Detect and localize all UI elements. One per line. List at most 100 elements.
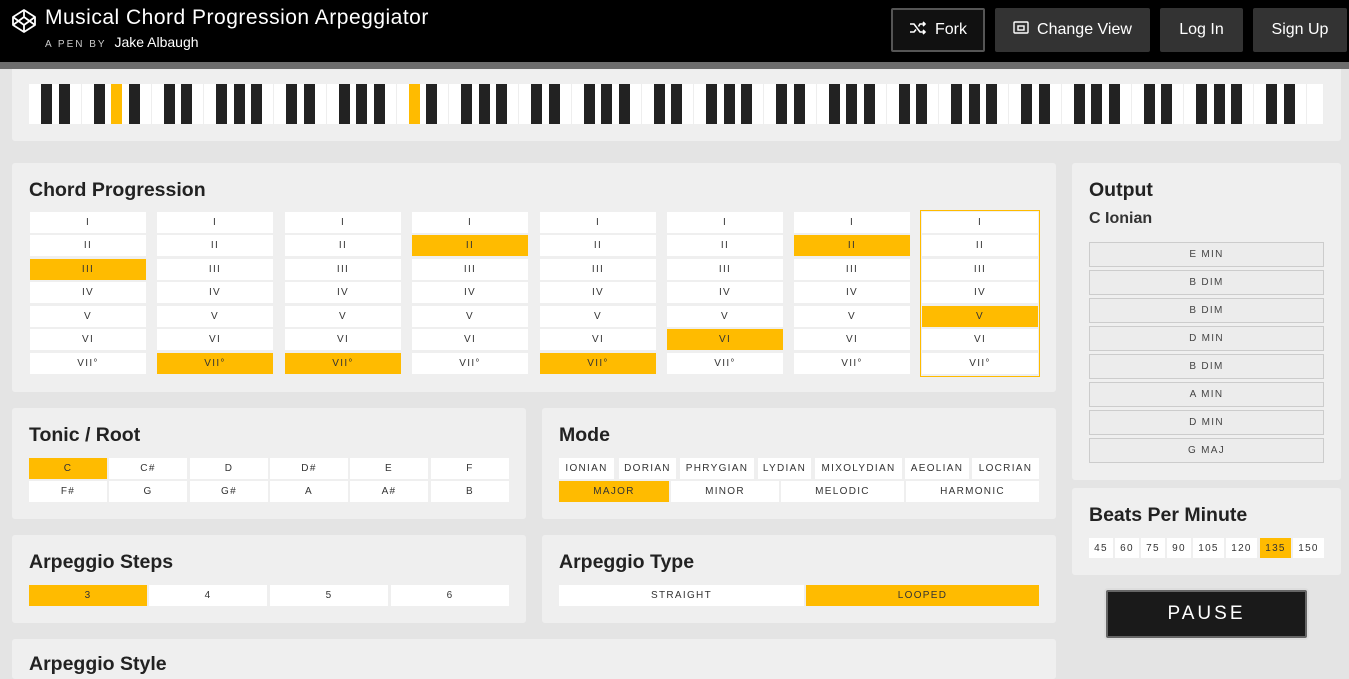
chord-degree-button[interactable]: IV (157, 282, 273, 303)
black-key[interactable] (548, 84, 560, 124)
black-key[interactable] (1108, 84, 1120, 124)
black-key[interactable] (303, 84, 315, 124)
chord-degree-button[interactable]: ii (157, 235, 273, 256)
bpm-button[interactable]: 135 (1260, 538, 1291, 558)
chord-degree-button[interactable]: vii° (157, 353, 273, 374)
chord-degree-button[interactable]: I (922, 212, 1038, 233)
chord-degree-button[interactable]: iii (540, 259, 656, 280)
chord-degree-button[interactable]: I (540, 212, 656, 233)
black-key[interactable] (618, 84, 630, 124)
chord-degree-button[interactable]: vi (922, 329, 1038, 350)
tonic-note-button[interactable]: C (29, 458, 107, 479)
black-key[interactable] (1073, 84, 1085, 124)
black-key[interactable] (898, 84, 910, 124)
tonic-note-button[interactable]: D# (270, 458, 348, 479)
chord-degree-button[interactable]: I (794, 212, 910, 233)
black-key[interactable] (338, 84, 350, 124)
mode-button[interactable]: IONIAN (559, 458, 614, 479)
chord-degree-button[interactable]: vi (285, 329, 401, 350)
chord-degree-button[interactable]: vii° (922, 353, 1038, 374)
mode-button[interactable]: AEOLIAN (905, 458, 969, 479)
arp-type-button[interactable]: LOOPED (806, 585, 1039, 606)
chord-degree-button[interactable]: vi (30, 329, 146, 350)
black-key[interactable] (863, 84, 875, 124)
tonic-note-button[interactable]: E (350, 458, 428, 479)
black-key[interactable] (723, 84, 735, 124)
black-key[interactable] (846, 84, 857, 124)
chord-degree-button[interactable]: ii (922, 235, 1038, 256)
scale-button[interactable]: HARMONIC (906, 481, 1039, 502)
chord-degree-button[interactable]: iii (157, 259, 273, 280)
bpm-button[interactable]: 120 (1226, 538, 1257, 558)
black-key[interactable] (41, 84, 52, 124)
black-key[interactable] (951, 84, 962, 124)
tonic-note-button[interactable]: C# (109, 458, 187, 479)
black-key[interactable] (251, 84, 262, 124)
arp-type-button[interactable]: STRAIGHT (559, 585, 804, 606)
chord-degree-button[interactable]: I (285, 212, 401, 233)
chord-degree-button[interactable]: ii (794, 235, 910, 256)
chord-degree-button[interactable]: IV (794, 282, 910, 303)
black-key[interactable] (233, 84, 245, 124)
black-key[interactable] (1021, 84, 1032, 124)
chord-degree-button[interactable]: vi (412, 329, 528, 350)
chord-degree-button[interactable]: IV (285, 282, 401, 303)
black-key[interactable] (828, 84, 840, 124)
black-key[interactable] (286, 84, 297, 124)
pause-button[interactable]: PAUSE (1106, 590, 1307, 638)
bpm-button[interactable]: 90 (1167, 538, 1191, 558)
chord-degree-button[interactable]: V (157, 306, 273, 327)
black-key[interactable] (58, 84, 70, 124)
black-key[interactable] (478, 84, 490, 124)
scale-button[interactable]: MINOR (671, 481, 779, 502)
chord-degree-button[interactable]: I (157, 212, 273, 233)
chord-degree-button[interactable]: IV (922, 282, 1038, 303)
chord-degree-button[interactable]: IV (540, 282, 656, 303)
tonic-note-button[interactable]: G (109, 481, 187, 502)
black-key[interactable] (426, 84, 437, 124)
chord-degree-button[interactable]: iii (30, 259, 146, 280)
tonic-note-button[interactable]: A# (350, 481, 428, 502)
mode-button[interactable]: PHRYGIAN (680, 458, 754, 479)
chord-degree-button[interactable]: vii° (540, 353, 656, 374)
chord-degree-button[interactable]: IV (667, 282, 783, 303)
signup-button[interactable]: Sign Up (1253, 8, 1347, 52)
chord-degree-button[interactable]: IV (30, 282, 146, 303)
chord-degree-button[interactable]: ii (667, 235, 783, 256)
chord-degree-button[interactable]: V (540, 306, 656, 327)
chord-degree-button[interactable]: V (412, 306, 528, 327)
black-key[interactable] (1283, 84, 1295, 124)
black-key[interactable] (706, 84, 717, 124)
chord-degree-button[interactable]: vi (794, 329, 910, 350)
chord-degree-button[interactable]: iii (285, 259, 401, 280)
black-key[interactable] (356, 84, 367, 124)
chord-degree-button[interactable]: iii (922, 259, 1038, 280)
black-key[interactable] (1038, 84, 1050, 124)
chord-degree-button[interactable]: vii° (412, 353, 528, 374)
arp-steps-button[interactable]: 3 (29, 585, 147, 606)
arp-steps-button[interactable]: 6 (391, 585, 509, 606)
black-key[interactable] (1266, 84, 1277, 124)
mode-button[interactable]: MIXOLYDIAN (815, 458, 902, 479)
mode-button[interactable]: LYDIAN (758, 458, 811, 479)
author-link[interactable]: Jake Albaugh (114, 34, 198, 50)
tonic-note-button[interactable]: B (431, 481, 509, 502)
tonic-note-button[interactable]: A (270, 481, 348, 502)
fork-button[interactable]: Fork (891, 8, 985, 52)
tonic-note-button[interactable]: F# (29, 481, 107, 502)
scale-button[interactable]: MAJOR (559, 481, 669, 502)
chord-degree-button[interactable]: vi (667, 329, 783, 350)
chord-degree-button[interactable]: I (412, 212, 528, 233)
login-button[interactable]: Log In (1160, 8, 1243, 52)
black-key[interactable] (653, 84, 665, 124)
chord-degree-button[interactable]: V (30, 306, 146, 327)
chord-degree-button[interactable]: I (667, 212, 783, 233)
bpm-button[interactable]: 45 (1089, 538, 1113, 558)
chord-degree-button[interactable]: IV (412, 282, 528, 303)
black-key[interactable] (408, 84, 420, 124)
mode-button[interactable]: DORIAN (619, 458, 676, 479)
black-key[interactable] (1196, 84, 1207, 124)
black-key[interactable] (1231, 84, 1242, 124)
black-key[interactable] (128, 84, 140, 124)
tonic-note-button[interactable]: D (190, 458, 268, 479)
